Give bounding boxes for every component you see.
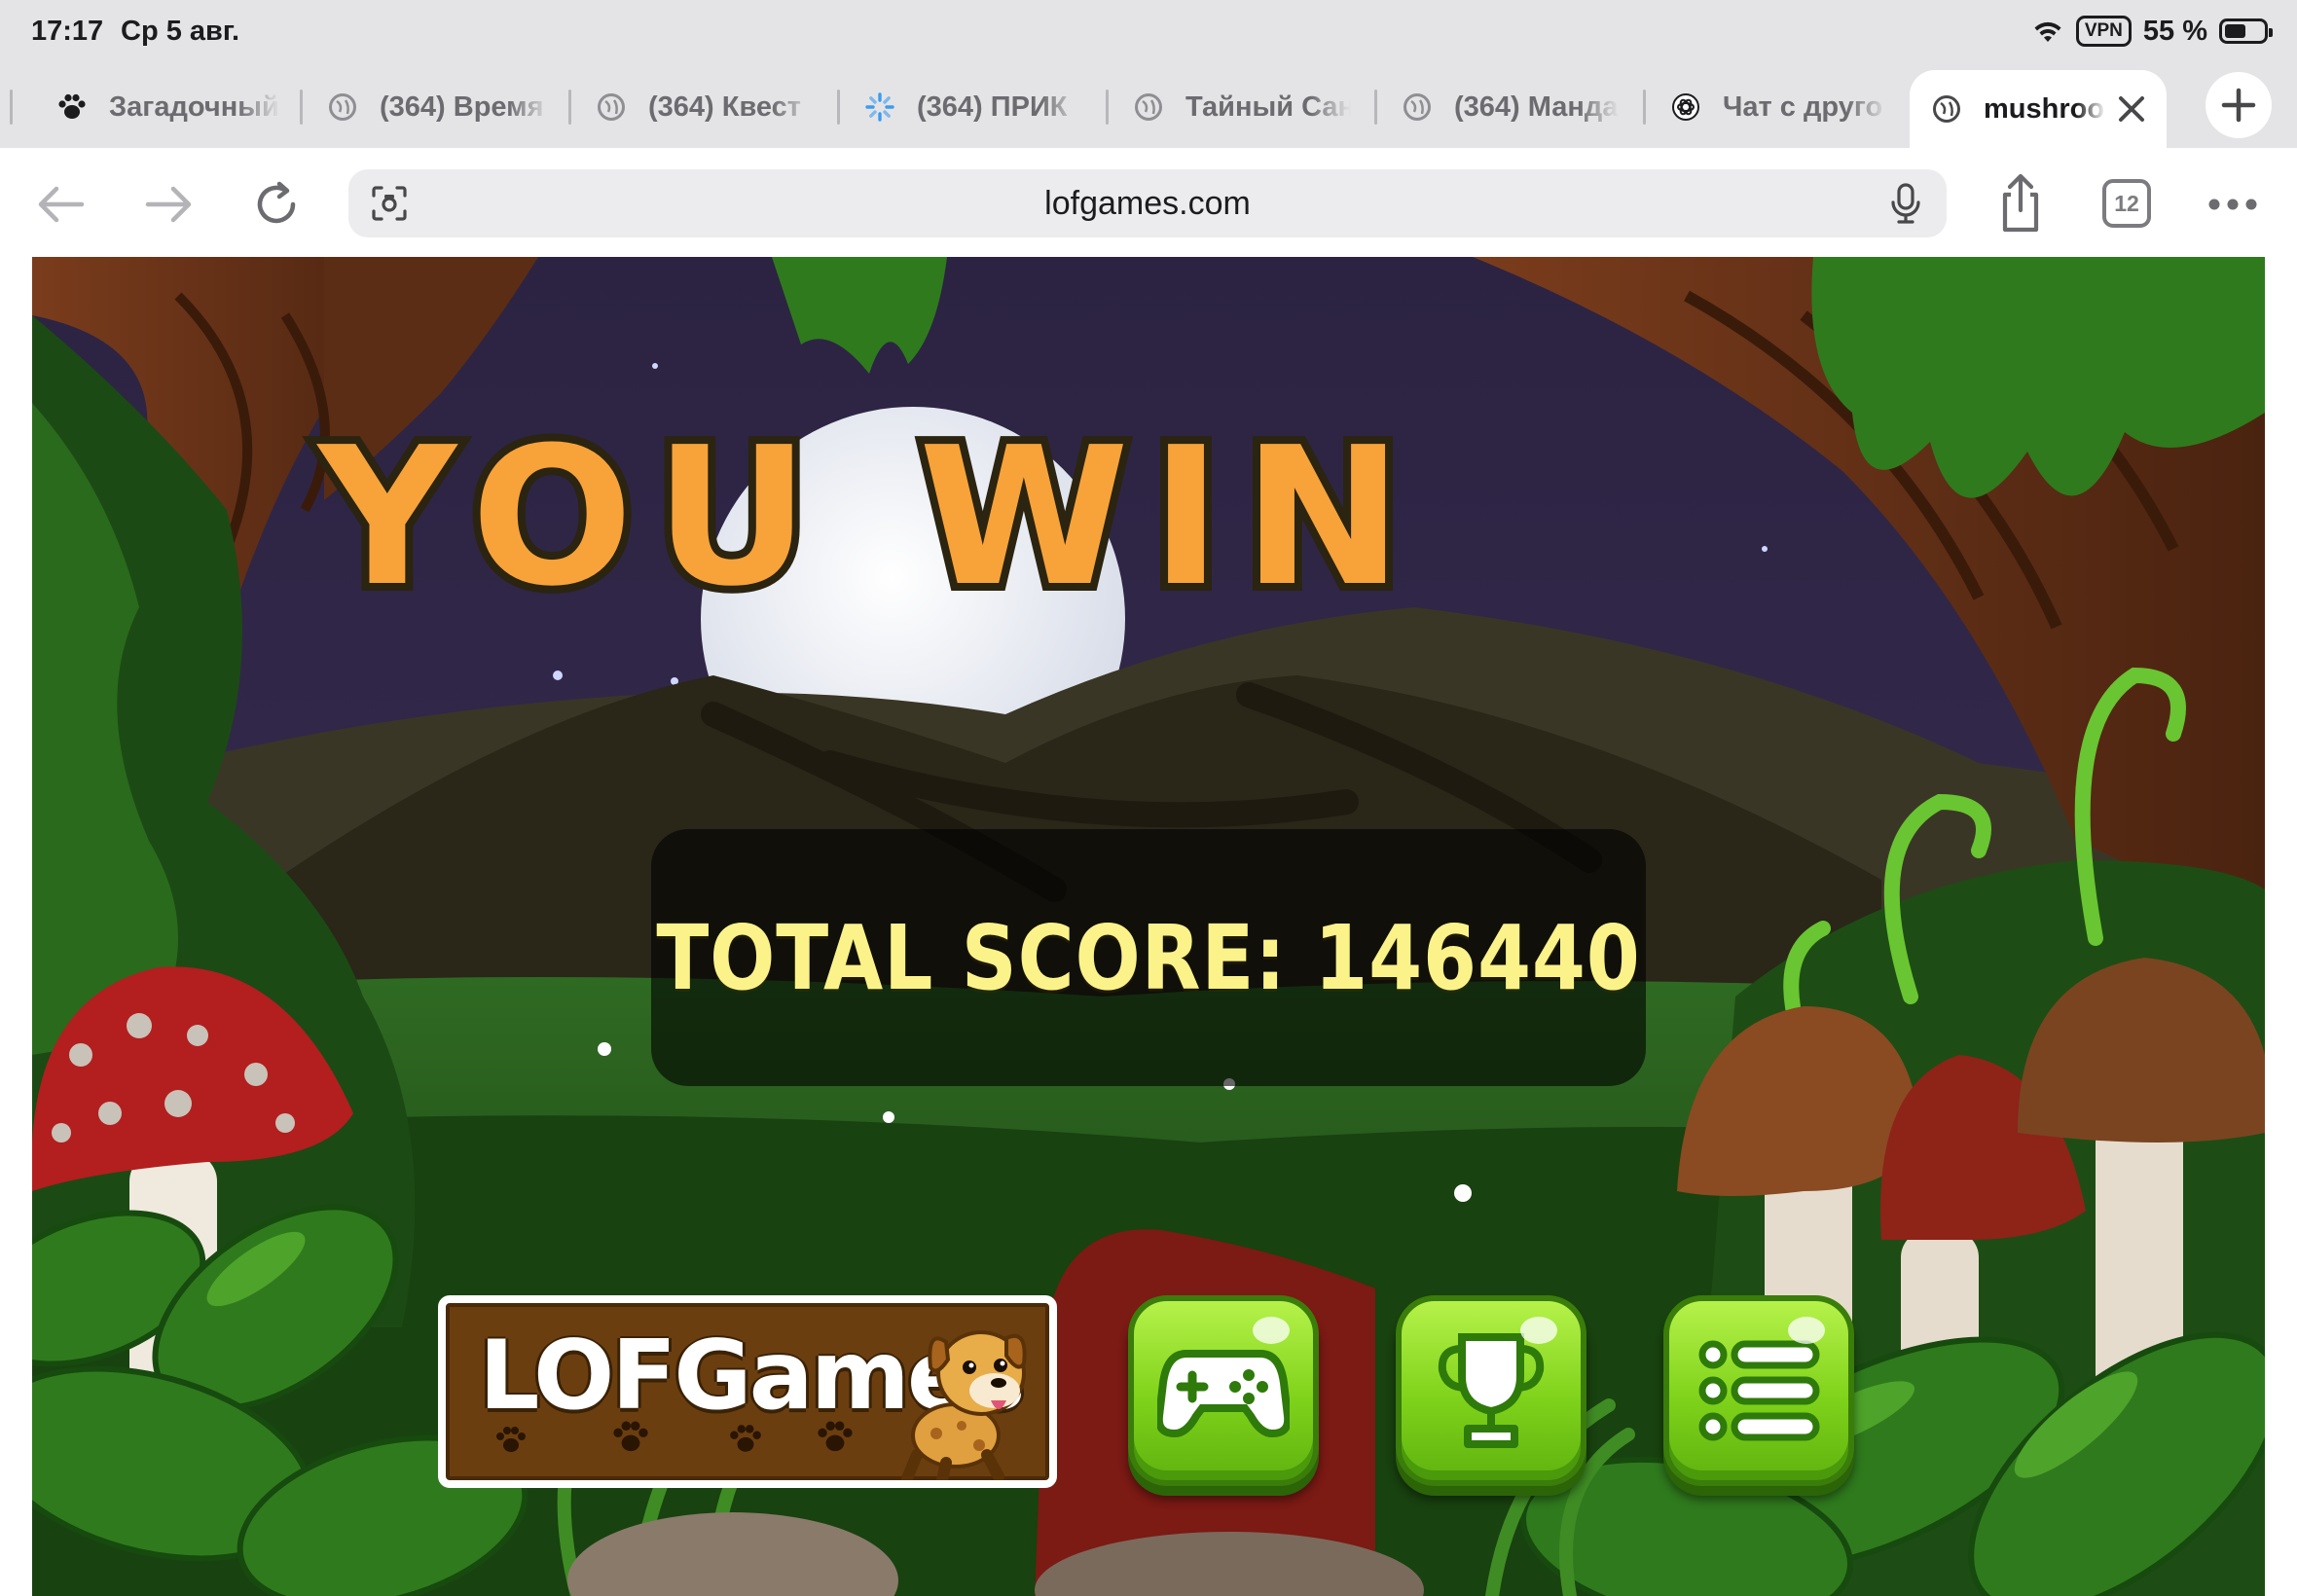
share-icon	[2002, 173, 2039, 233]
tab-title: (364) Манда	[1454, 91, 1619, 123]
tab-title: Тайный Сан	[1185, 91, 1351, 123]
tab-separator	[837, 90, 840, 125]
paw-print-icon	[818, 1421, 853, 1452]
url-text: lofgames.com	[1044, 185, 1251, 222]
tab-1[interactable]: (364) Время	[327, 68, 553, 146]
tab-separator	[568, 90, 571, 125]
tab-separator	[300, 90, 303, 125]
status-date: Ср 5 авг.	[121, 16, 240, 47]
tab-title: Чат с друго	[1723, 91, 1883, 123]
button-gloss	[1788, 1317, 1825, 1344]
tab-3[interactable]: (364) ПРИК	[864, 68, 1090, 146]
close-tab-icon[interactable]	[2114, 91, 2149, 127]
lofgames-logo[interactable]: LOFGames	[438, 1295, 1057, 1488]
tab-4[interactable]: Тайный Сан	[1133, 68, 1359, 146]
back-arrow-icon	[38, 186, 85, 223]
paw-print-icon	[496, 1427, 526, 1452]
forward-arrow-icon	[145, 186, 192, 223]
tab-5[interactable]: (364) Манда	[1402, 68, 1627, 146]
tab-separator	[1106, 90, 1109, 125]
share-button[interactable]	[1991, 169, 2050, 237]
play-button[interactable]	[1128, 1295, 1319, 1486]
globe-icon	[1402, 91, 1433, 123]
reload-icon	[257, 181, 296, 224]
battery-icon	[2219, 18, 2273, 44]
win-title: YOU WIN	[309, 399, 1424, 636]
battery-level	[2225, 24, 2245, 38]
battery-percent: 55 %	[2142, 15, 2207, 47]
globe-icon	[1931, 93, 1962, 125]
browser-toolbar: lofgames.com 12	[0, 148, 2297, 257]
paw-icon	[56, 91, 88, 123]
tab-6[interactable]: Чат с друго	[1670, 68, 1896, 146]
reload-button[interactable]	[247, 175, 306, 234]
score-panel: TOTAL SCORE: 146440	[651, 829, 1646, 1086]
game-canvas[interactable]: YOU WIN TOTAL SCORE: 146440 LOFGames	[32, 257, 2265, 1596]
tab-strip: Загадочный (364) Время (364) Квест (364)…	[0, 64, 2297, 148]
wifi-icon	[2034, 21, 2061, 42]
menu-button[interactable]	[1663, 1295, 1854, 1486]
leaderboard-button[interactable]	[1396, 1295, 1586, 1486]
microphone-icon[interactable]	[1886, 183, 1925, 224]
tab-title: (364) Время	[380, 91, 544, 123]
button-gloss	[1253, 1317, 1290, 1344]
total-score: TOTAL SCORE: 146440	[656, 905, 1641, 1010]
globe-icon	[327, 91, 358, 123]
tab-0[interactable]: Загадочный	[56, 68, 290, 146]
tab-title: Загадочный	[109, 91, 279, 123]
tab-overview-button[interactable]: 12	[2102, 179, 2151, 228]
tab-title: mushroo	[1984, 92, 2105, 125]
trophy-icon	[1438, 1333, 1545, 1448]
button-gloss	[1520, 1317, 1557, 1344]
win-title-text: YOU WIN	[316, 407, 1424, 629]
tab-7-active[interactable]: mushroo	[1910, 70, 2167, 148]
tab-separator	[1643, 90, 1646, 125]
status-bar: 17:17 Ср 5 авг. VPN 55 %	[0, 0, 2297, 64]
openai-icon	[1670, 91, 1701, 123]
new-tab-button[interactable]	[2206, 72, 2272, 138]
tab-2[interactable]: (364) Квест	[596, 68, 821, 146]
forward-button[interactable]	[140, 175, 199, 234]
tab-separator	[1374, 90, 1377, 125]
status-time: 17:17	[31, 16, 104, 47]
tab-title: (364) ПРИК	[917, 91, 1068, 123]
dog-mascot-icon	[901, 1330, 1027, 1480]
vpn-badge: VPN	[2075, 16, 2132, 47]
paw-print-icon	[613, 1421, 648, 1452]
tab-separator	[10, 90, 13, 125]
plus-icon	[2221, 88, 2256, 123]
globe-icon	[596, 91, 627, 123]
tab-title: (364) Квест	[648, 91, 801, 123]
status-indicators: VPN 55 %	[2031, 12, 2273, 51]
back-button[interactable]	[31, 175, 90, 234]
globe-icon	[1133, 91, 1164, 123]
gamepad-icon	[1157, 1350, 1290, 1437]
list-icon	[1698, 1340, 1820, 1441]
more-button[interactable]	[2204, 175, 2262, 234]
paw-print-icon	[730, 1425, 761, 1452]
address-bar[interactable]: lofgames.com	[348, 169, 1947, 237]
more-icon	[2208, 199, 2257, 210]
loading-spinner-icon	[864, 91, 895, 123]
